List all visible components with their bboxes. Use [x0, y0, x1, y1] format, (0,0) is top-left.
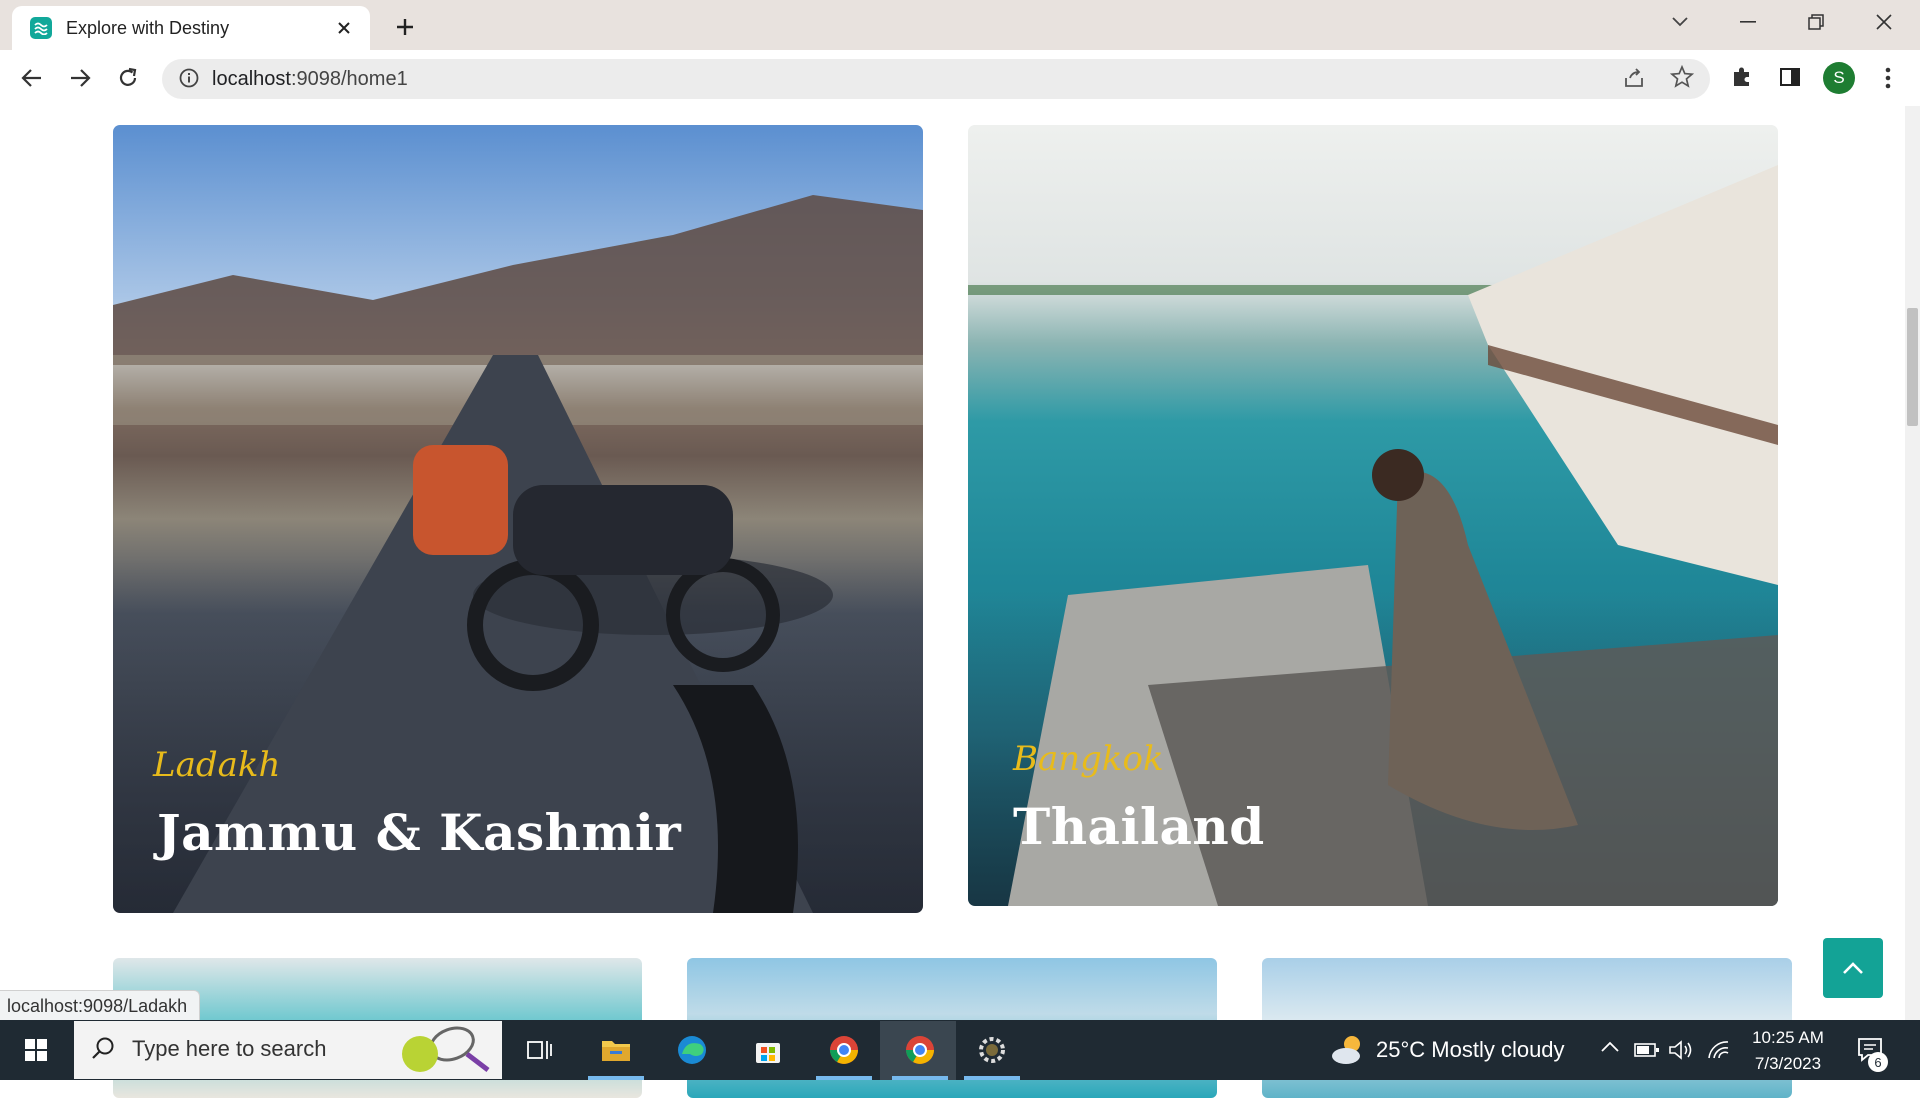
close-window-icon[interactable] — [1864, 8, 1904, 36]
running-indicator — [588, 1076, 644, 1080]
back-arrow-icon[interactable] — [14, 60, 50, 96]
ladakh-photo — [113, 195, 923, 913]
card-subtitle: Ladakh — [153, 745, 281, 785]
task-view-icon[interactable] — [518, 1028, 562, 1072]
site-info-icon[interactable] — [178, 67, 202, 91]
card-title: Thailand — [1013, 797, 1265, 856]
running-indicator — [892, 1076, 948, 1080]
settings-gear-icon[interactable] — [970, 1028, 1014, 1072]
thailand-photo — [968, 165, 1778, 906]
close-tab-icon[interactable] — [332, 16, 356, 40]
card-title: Jammu & Kashmir — [157, 803, 682, 862]
wifi-icon[interactable] — [1706, 1038, 1732, 1062]
notification-count-badge: 6 — [1868, 1052, 1888, 1072]
side-panel-icon[interactable] — [1778, 65, 1804, 91]
tab-search-chevron-icon[interactable] — [1660, 8, 1700, 36]
chrome-browser-icon[interactable] — [898, 1028, 942, 1072]
running-indicator — [816, 1076, 872, 1080]
destination-card-bangkok[interactable]: Bangkok Thailand — [968, 125, 1778, 906]
new-tab-icon[interactable] — [388, 10, 422, 44]
scroll-to-top-button[interactable] — [1823, 938, 1883, 998]
minimize-icon[interactable] — [1728, 8, 1768, 36]
menu-kebab-icon[interactable] — [1876, 64, 1900, 92]
destination-card-ladakh[interactable]: Ladakh Jammu & Kashmir — [113, 125, 923, 913]
search-placeholder: Type here to search — [132, 1036, 327, 1061]
browser-tab[interactable]: Explore with Destiny — [12, 6, 370, 50]
weather-cloudy-icon[interactable] — [1328, 1032, 1368, 1066]
url-text[interactable]: localhost:9098/home1 — [212, 64, 408, 94]
profile-avatar[interactable]: S — [1823, 62, 1855, 94]
page-scrollbar[interactable] — [1905, 106, 1920, 1020]
link-status-bubble: localhost:9098/Ladakh — [0, 990, 201, 1021]
reload-icon[interactable] — [110, 60, 146, 96]
windows-start-icon[interactable] — [14, 1028, 58, 1072]
show-hidden-icons-chevron-icon[interactable] — [1600, 1040, 1620, 1060]
chevron-up-icon — [1843, 962, 1863, 974]
forward-arrow-icon[interactable] — [62, 60, 98, 96]
running-indicator — [964, 1076, 1020, 1080]
clock-date: 7/3/2023 — [1754, 1054, 1822, 1073]
file-explorer-icon[interactable] — [594, 1028, 638, 1072]
share-icon[interactable] — [1622, 66, 1648, 92]
tab-title: Explore with Destiny — [66, 17, 230, 38]
clock-time: 10:25 AM — [1752, 1028, 1824, 1047]
site-favicon-icon — [30, 17, 52, 39]
restore-icon[interactable] — [1796, 8, 1836, 36]
microsoft-store-icon[interactable] — [746, 1028, 790, 1072]
scrollbar-thumb[interactable] — [1907, 308, 1918, 426]
battery-icon[interactable] — [1634, 1040, 1660, 1060]
search-icon — [90, 1036, 118, 1064]
card-subtitle: Bangkok — [1013, 739, 1164, 779]
volume-icon[interactable] — [1668, 1038, 1694, 1062]
edge-browser-icon[interactable] — [670, 1028, 714, 1072]
tennis-racket-icon — [392, 1024, 492, 1076]
weather-text[interactable]: 25°C Mostly cloudy — [1376, 1037, 1565, 1063]
taskbar-clock[interactable]: 10:25 AM 7/3/2023 — [1750, 1025, 1826, 1077]
extensions-puzzle-icon[interactable] — [1730, 65, 1756, 91]
chrome-profile-icon[interactable] — [822, 1028, 866, 1072]
bookmark-star-icon[interactable] — [1669, 64, 1696, 91]
